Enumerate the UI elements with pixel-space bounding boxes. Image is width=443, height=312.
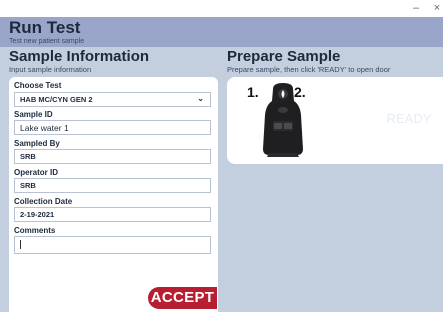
- prepare-sample-title: Prepare Sample: [227, 48, 341, 65]
- page-header: Run Test Test new patient sample: [0, 17, 443, 47]
- operator-id-label: Operator ID: [14, 168, 59, 177]
- operator-id-field[interactable]: SRB: [14, 178, 211, 193]
- collection-date-field[interactable]: 2-19-2021: [14, 207, 211, 222]
- choose-test-select[interactable]: HAB MC/CYN GEN 2 ⌄: [14, 92, 211, 107]
- sample-information-subtitle: Input sample information: [9, 65, 92, 74]
- window-titlebar: – ×: [0, 0, 443, 17]
- sampled-by-label: Sampled By: [14, 139, 60, 148]
- operator-id-value: SRB: [20, 181, 36, 190]
- choose-test-value: HAB MC/CYN GEN 2: [20, 95, 93, 104]
- text-caret: [20, 240, 21, 249]
- sample-id-label: Sample ID: [14, 110, 53, 119]
- comments-field[interactable]: [14, 236, 211, 254]
- accept-button[interactable]: ACCEPT: [148, 287, 217, 309]
- comments-label: Comments: [14, 226, 56, 235]
- page-subtitle: Test new patient sample: [9, 38, 85, 45]
- choose-test-label: Choose Test: [14, 81, 62, 90]
- sample-form-panel: Choose Test HAB MC/CYN GEN 2 ⌄ Sample ID…: [9, 77, 218, 312]
- prepare-sample-panel: 1. 2. READY: [227, 77, 443, 164]
- test-cartridge-icon: [263, 83, 303, 157]
- chevron-down-icon: ⌄: [197, 94, 204, 103]
- page-title: Run Test: [9, 18, 81, 37]
- sampled-by-field[interactable]: SRB: [14, 149, 211, 164]
- minimize-icon[interactable]: –: [410, 1, 422, 15]
- collection-date-value: 2-19-2021: [20, 210, 55, 219]
- sample-information-title: Sample Information: [9, 48, 150, 65]
- close-icon[interactable]: ×: [431, 1, 443, 15]
- sample-id-value: Lake water 1: [20, 123, 69, 133]
- prepare-sample-subtitle: Prepare sample, then click 'READY' to op…: [227, 65, 391, 74]
- step-1-label: 1.: [247, 84, 259, 100]
- sampled-by-value: SRB: [20, 152, 36, 161]
- collection-date-label: Collection Date: [14, 197, 73, 206]
- ready-button[interactable]: READY: [375, 108, 443, 130]
- sample-id-field[interactable]: Lake water 1: [14, 120, 211, 135]
